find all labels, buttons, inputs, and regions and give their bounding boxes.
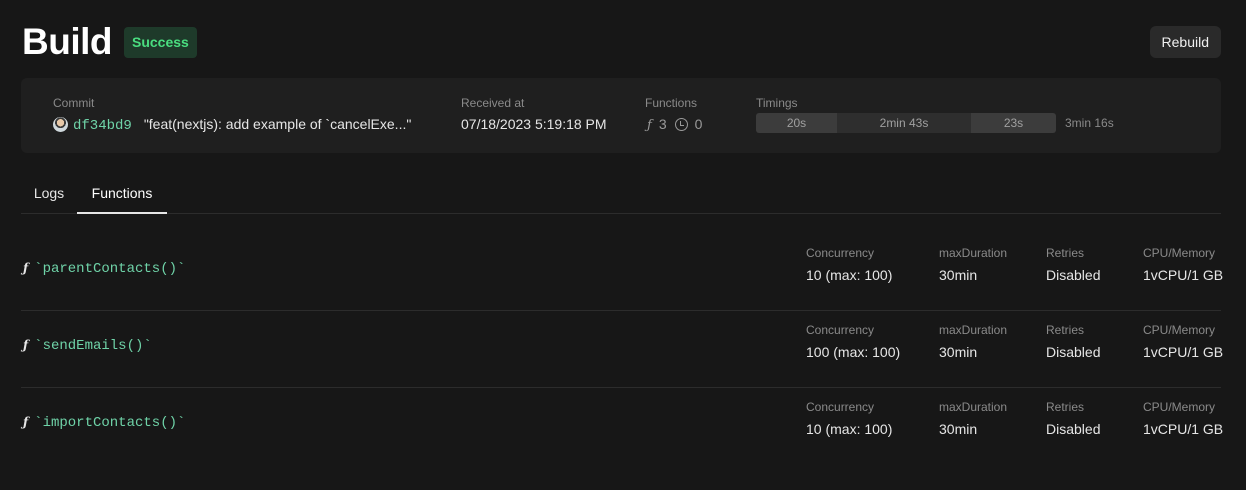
max-duration-value: 30min: [939, 267, 978, 283]
max-duration-label: maxDuration: [939, 323, 1008, 337]
retries-value: Disabled: [1046, 421, 1101, 437]
max-duration-label: maxDuration: [939, 246, 1008, 260]
cpu-memory-value: 1vCPU/1 GB: [1143, 267, 1224, 283]
tab-functions[interactable]: Functions: [77, 178, 167, 214]
cpu-memory-value: 1vCPU/1 GB: [1143, 344, 1224, 360]
received-value: 07/18/2023 5:19:18 PM: [461, 116, 607, 132]
function-row[interactable]: ƒ `importContacts()` Concurrency 10 (max:…: [21, 388, 1224, 465]
timing-segment: 2min 43s: [837, 113, 971, 133]
functions-counts: ƒ3 0: [647, 116, 710, 134]
commit-message: "feat(nextjs): add example of `cancelExe…: [143, 116, 412, 132]
concurrency-label: Concurrency: [806, 323, 875, 337]
commit-label: Commit: [53, 96, 95, 110]
retries-label: Retries: [1046, 246, 1085, 260]
timings-total: 3min 16s: [1065, 116, 1114, 130]
build-summary-card: Commit df34bd9 "feat(nextjs): add example…: [21, 78, 1221, 153]
scheduled-count: 0: [694, 116, 703, 132]
cpu-memory-value: 1vCPU/1 GB: [1143, 421, 1224, 437]
cpu-memory-label: CPU/Memory: [1143, 323, 1216, 337]
avatar: [53, 117, 68, 132]
concurrency-label: Concurrency: [806, 246, 875, 260]
function-name: ƒ `sendEmails()`: [23, 336, 152, 354]
function-name-code: `sendEmails()`: [34, 338, 152, 354]
function-name-code: `importContacts()`: [34, 415, 186, 431]
functions-label: Functions: [645, 96, 698, 110]
function-icon: ƒ: [23, 338, 29, 352]
cpu-memory-label: CPU/Memory: [1143, 400, 1216, 414]
function-name-code: `parentContacts()`: [34, 261, 186, 277]
timings-label: Timings: [756, 96, 798, 110]
tab-logs[interactable]: Logs: [21, 178, 77, 214]
status-badge: Success: [124, 27, 197, 58]
function-row[interactable]: ƒ `parentContacts()` Concurrency 10 (max:…: [21, 234, 1224, 311]
concurrency-label: Concurrency: [806, 400, 875, 414]
timing-segment: 20s: [756, 113, 837, 133]
page-title: Build: [22, 21, 112, 62]
concurrency-value: 10 (max: 100): [806, 267, 893, 283]
commit-info: df34bd9 "feat(nextjs): add example of `ca…: [53, 116, 411, 135]
retries-label: Retries: [1046, 400, 1085, 414]
function-name: ƒ `importContacts()`: [23, 413, 185, 431]
function-name: ƒ `parentContacts()`: [23, 259, 185, 277]
function-row[interactable]: ƒ `sendEmails()` Concurrency 100 (max: 10…: [21, 311, 1224, 388]
function-icon: ƒ: [647, 118, 652, 133]
functions-count: 3: [658, 116, 667, 132]
max-duration-value: 30min: [939, 344, 978, 360]
max-duration-label: maxDuration: [939, 400, 1008, 414]
received-label: Received at: [461, 96, 525, 110]
max-duration-value: 30min: [939, 421, 978, 437]
timings-bar: 20s 2min 43s 23s: [756, 113, 1056, 133]
cpu-memory-label: CPU/Memory: [1143, 246, 1216, 260]
concurrency-value: 100 (max: 100): [806, 344, 901, 360]
retries-value: Disabled: [1046, 344, 1101, 360]
rebuild-button[interactable]: Rebuild: [1149, 26, 1221, 58]
clock-icon: [674, 118, 688, 131]
retries-value: Disabled: [1046, 267, 1101, 283]
retries-label: Retries: [1046, 323, 1085, 337]
concurrency-value: 10 (max: 100): [806, 421, 893, 437]
commit-hash-link[interactable]: df34bd9: [73, 118, 132, 134]
timing-segment: 23s: [971, 113, 1056, 133]
page-header: Build Success Rebuild: [22, 22, 1221, 62]
function-icon: ƒ: [23, 415, 29, 429]
tab-bar: Logs Functions: [21, 178, 1221, 214]
function-icon: ƒ: [23, 261, 29, 275]
